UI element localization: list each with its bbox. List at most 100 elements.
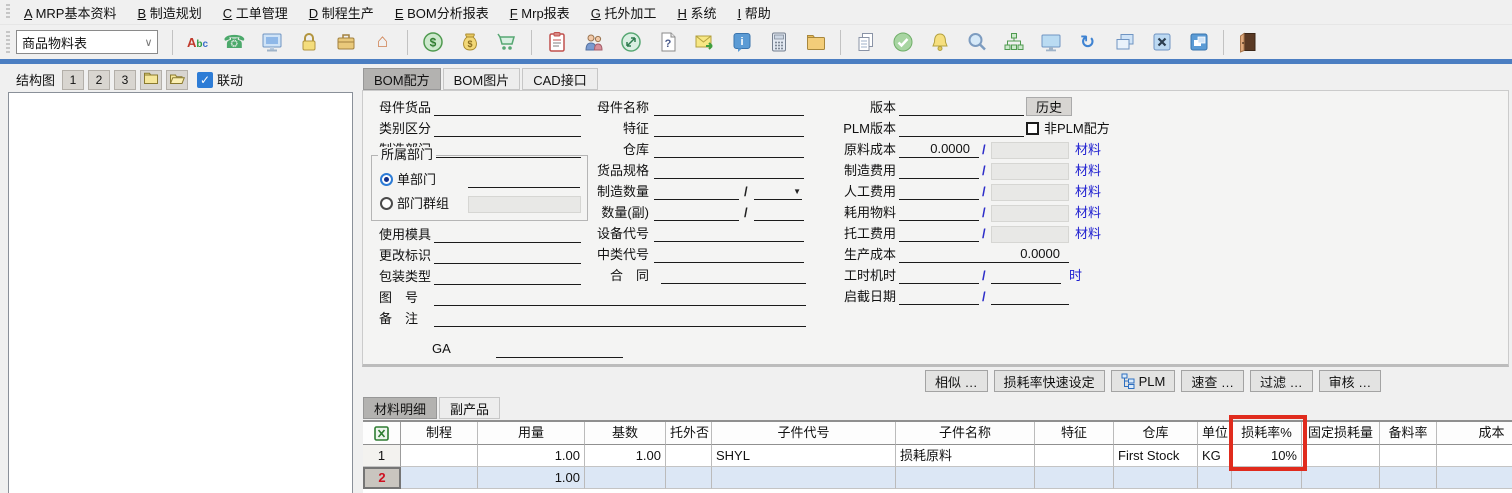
filter-button[interactable]: 过滤 … <box>1250 370 1313 392</box>
folder-icon[interactable] <box>803 30 828 55</box>
qty-aux-field[interactable] <box>654 204 739 221</box>
equip-code-field[interactable] <box>654 225 804 242</box>
menu-item-B[interactable]: B 制造规划 <box>129 1 209 24</box>
start-date-field[interactable] <box>899 288 979 305</box>
monitor-icon[interactable] <box>1038 30 1063 55</box>
material-link[interactable]: 材料 <box>1075 204 1101 222</box>
windows-icon[interactable] <box>1186 30 1211 55</box>
non-plm-checkbox[interactable] <box>1026 122 1039 135</box>
history-button[interactable]: 历史 <box>1026 97 1072 116</box>
bell-icon[interactable] <box>927 30 952 55</box>
similar-button[interactable]: 相似 … <box>925 370 988 392</box>
menu-item-C[interactable]: C 工单管理 <box>215 1 296 24</box>
cell-固定损耗量[interactable] <box>1302 445 1380 467</box>
column-header-备料率[interactable]: 备料率 <box>1380 422 1437 445</box>
toolbar-grip[interactable] <box>6 4 10 20</box>
dollar-coin-icon[interactable]: $ <box>420 30 445 55</box>
excel-icon[interactable] <box>374 426 389 441</box>
machine-hours-field[interactable] <box>991 267 1061 284</box>
dropdown-arrow-icon[interactable]: ▼ <box>793 187 801 196</box>
copy-documents-icon[interactable] <box>853 30 878 55</box>
feature-field[interactable] <box>654 120 804 137</box>
column-header-用量[interactable]: 用量 <box>478 422 585 445</box>
material-link[interactable]: 材料 <box>1075 183 1101 201</box>
qty-aux2-field[interactable] <box>754 204 804 221</box>
cell-损耗率%[interactable]: 10% <box>1232 445 1302 467</box>
cell-单位[interactable] <box>1198 467 1232 489</box>
expand-folder-button[interactable] <box>166 70 188 90</box>
hours-unit-link[interactable]: 时 <box>1069 267 1082 285</box>
ga-field[interactable] <box>496 341 623 358</box>
module-selector[interactable]: 商品物料表 ∨ <box>16 30 158 54</box>
cell-托外否[interactable] <box>666 467 712 489</box>
table-row[interactable]: 11.001.00SHYL损耗原料First StockKG10% <box>363 445 1512 467</box>
end-date-field[interactable] <box>991 288 1069 305</box>
cell-单位[interactable]: KG <box>1198 445 1232 467</box>
cell-用量[interactable]: 1.00 <box>478 467 585 489</box>
material-link[interactable]: 材料 <box>1075 141 1101 159</box>
column-header-基数[interactable]: 基数 <box>585 422 666 445</box>
cell-制程[interactable] <box>401 445 478 467</box>
menu-item-I[interactable]: I 帮助 <box>729 1 778 24</box>
single-dept-radio[interactable] <box>380 173 393 186</box>
clipboard-icon[interactable] <box>544 30 569 55</box>
spec-field[interactable] <box>654 162 804 179</box>
column-header-托外否[interactable]: 托外否 <box>666 422 712 445</box>
cell-成本[interactable] <box>1437 467 1512 489</box>
linkage-checkbox[interactable]: ✓ <box>197 72 213 88</box>
material-cost-field[interactable]: 0.0000 <box>899 141 979 158</box>
tree-level-button-1[interactable]: 1 <box>62 70 84 90</box>
cell-制程[interactable] <box>401 467 478 489</box>
column-header-固定损耗量[interactable]: 固定损耗量 <box>1302 422 1380 445</box>
mfg-fee-field[interactable] <box>899 162 979 179</box>
computer-icon[interactable] <box>259 30 284 55</box>
cell-仓库[interactable]: First Stock <box>1114 445 1198 467</box>
column-header-成本[interactable]: 成本 <box>1437 422 1512 445</box>
warehouse-field[interactable] <box>654 141 804 158</box>
production-cost-field[interactable]: 0.0000 <box>899 246 1069 263</box>
users-icon[interactable] <box>581 30 606 55</box>
tree-level-button-3[interactable]: 3 <box>114 70 136 90</box>
cell-损耗率%[interactable] <box>1232 467 1302 489</box>
link-arrows-icon[interactable] <box>618 30 643 55</box>
labor-fee-field[interactable] <box>899 183 979 200</box>
cell-固定损耗量[interactable] <box>1302 467 1380 489</box>
lock-icon[interactable] <box>296 30 321 55</box>
contract-field[interactable] <box>661 267 806 284</box>
plm-version-field[interactable] <box>899 120 1024 137</box>
menu-item-A[interactable]: A MRP基本资料 <box>16 1 124 24</box>
sitemap-icon[interactable] <box>1001 30 1026 55</box>
money-bag-icon[interactable]: $ <box>457 30 482 55</box>
shopping-cart-icon[interactable] <box>494 30 519 55</box>
calculator-icon[interactable] <box>766 30 791 55</box>
cell-基数[interactable]: 1.00 <box>585 445 666 467</box>
table-row[interactable]: 21.00 <box>363 467 1512 489</box>
column-header-子件代号[interactable]: 子件代号 <box>712 422 896 445</box>
quick-view-button[interactable]: 速查 … <box>1181 370 1244 392</box>
mfg-qty-field[interactable] <box>654 183 739 200</box>
menu-item-H[interactable]: H 系统 <box>669 1 724 24</box>
outsourcing-fee-field[interactable] <box>899 225 979 242</box>
cell-用量[interactable]: 1.00 <box>478 445 585 467</box>
close-window-icon[interactable] <box>1149 30 1174 55</box>
cell-仓库[interactable] <box>1114 467 1198 489</box>
tab-CAD接口[interactable]: CAD接口 <box>522 68 597 90</box>
tab-BOM图片[interactable]: BOM图片 <box>443 68 521 90</box>
home-icon[interactable]: ⌂ <box>370 30 395 55</box>
work-hours-field[interactable] <box>899 267 979 284</box>
remark-field[interactable] <box>434 310 806 327</box>
cell-子件代号[interactable] <box>712 467 896 489</box>
column-header-损耗率%[interactable]: 损耗率% <box>1232 422 1302 445</box>
cell-成本[interactable] <box>1437 445 1512 467</box>
dept-group-radio[interactable] <box>380 197 393 210</box>
material-link[interactable]: 材料 <box>1075 162 1101 180</box>
menu-item-D[interactable]: D 制程生产 <box>301 1 382 24</box>
cell-托外否[interactable] <box>666 445 712 467</box>
menu-item-F[interactable]: F Mrp报表 <box>502 1 578 24</box>
column-header-单位[interactable]: 单位 <box>1198 422 1232 445</box>
info-bubble-icon[interactable]: i <box>729 30 754 55</box>
cascade-windows-icon[interactable] <box>1112 30 1137 55</box>
briefcase-icon[interactable] <box>333 30 358 55</box>
drawing-no-field[interactable] <box>434 289 806 306</box>
cell-特征[interactable] <box>1035 467 1114 489</box>
